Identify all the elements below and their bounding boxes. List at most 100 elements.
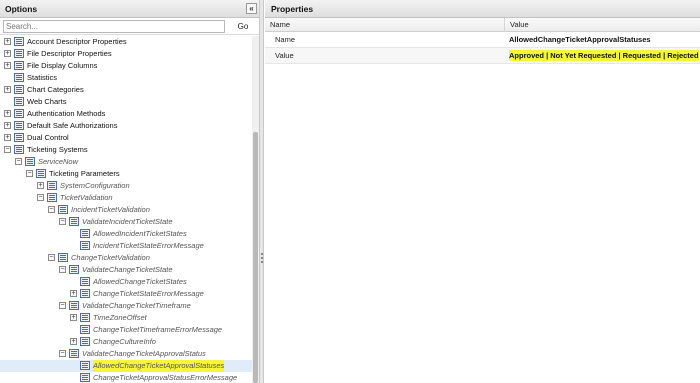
tree-node[interactable]: Statistics xyxy=(0,72,252,84)
collapse-icon[interactable]: − xyxy=(48,254,55,261)
property-row-value[interactable]: Value Approved | Not Yet Requested | Req… xyxy=(265,48,700,64)
collapse-panel-button[interactable]: « xyxy=(246,3,257,14)
list-node-icon xyxy=(14,97,24,106)
tree-node[interactable]: + Account Descriptor Properties xyxy=(0,36,252,48)
tree-node[interactable]: + ChangeCultureInfo xyxy=(0,336,252,348)
expand-icon[interactable]: + xyxy=(70,338,77,345)
tree-node-label: SystemConfiguration xyxy=(60,181,130,190)
tree-node[interactable]: − ServiceNow xyxy=(0,156,252,168)
tree-node-label: TimeZoneOffset xyxy=(93,313,147,322)
tree-node[interactable]: + Authentication Methods xyxy=(0,108,252,120)
tree-node[interactable]: − ChangeTicketValidation xyxy=(0,252,252,264)
collapse-icon[interactable]: − xyxy=(15,158,22,165)
tree-node[interactable]: + File Descriptor Properties xyxy=(0,48,252,60)
tree-node[interactable]: − ValidateChangeTicketTimeframe xyxy=(0,300,252,312)
tree-node[interactable]: AllowedIncidentTicketStates xyxy=(0,228,252,240)
list-node-icon xyxy=(80,325,90,334)
list-node-icon xyxy=(69,349,79,358)
list-node-icon xyxy=(14,85,24,94)
expand-icon[interactable]: + xyxy=(4,110,11,117)
options-title: Options xyxy=(5,4,38,14)
expand-icon[interactable]: + xyxy=(4,86,11,93)
search-bar: Go xyxy=(0,18,259,35)
tree-node[interactable]: IncidentTicketStateErrorMessage xyxy=(0,240,252,252)
tree-node[interactable]: + Dual Control xyxy=(0,132,252,144)
tree-node[interactable]: − ValidateChangeTicketState xyxy=(0,264,252,276)
panel-splitter[interactable] xyxy=(260,0,264,383)
column-header-name[interactable]: Name xyxy=(265,18,505,32)
expand-icon[interactable]: + xyxy=(37,182,44,189)
list-node-icon xyxy=(80,361,90,370)
expand-icon[interactable]: + xyxy=(70,314,77,321)
list-node-icon xyxy=(14,121,24,130)
column-header-value[interactable]: Value xyxy=(505,18,700,32)
tree-node-label: ChangeTicketStateErrorMessage xyxy=(93,289,204,298)
properties-title: Properties xyxy=(271,4,314,14)
property-name: Value xyxy=(275,51,294,60)
collapse-icon[interactable]: − xyxy=(26,170,33,177)
tree-node-label: Statistics xyxy=(27,73,58,82)
tree-node[interactable]: + File Display Columns xyxy=(0,60,252,72)
property-name: Name xyxy=(275,35,296,44)
collapse-icon[interactable]: − xyxy=(48,206,55,213)
expand-icon[interactable]: + xyxy=(4,122,11,129)
property-value: AllowedChangeTicketApprovalStatuses xyxy=(509,35,651,44)
list-node-icon xyxy=(80,337,90,346)
tree-node[interactable]: − ValidateChangeTicketApprovalStatus xyxy=(0,348,252,360)
tree-node[interactable]: ChangeTicketTimeframeErrorMessage xyxy=(0,324,252,336)
collapse-icon[interactable]: − xyxy=(37,194,44,201)
list-node-icon xyxy=(80,241,90,250)
tree-node-label: IncidentTicketValidation xyxy=(71,205,150,214)
tree-node[interactable]: ChangeTicketApprovalStatusErrorMessage xyxy=(0,372,252,383)
tree-node[interactable]: − TicketValidation xyxy=(0,192,252,204)
list-node-icon xyxy=(80,373,90,382)
tree-node[interactable]: AllowedChangeTicketApprovalStatuses xyxy=(0,360,252,372)
tree-node[interactable]: + Default Safe Authorizations xyxy=(0,120,252,132)
tree-node-label: Ticketing Parameters xyxy=(49,169,120,178)
splitter-grip-icon xyxy=(261,253,263,263)
search-input[interactable] xyxy=(3,20,225,33)
tree-node[interactable]: − Ticketing Parameters xyxy=(0,168,252,180)
expand-icon[interactable]: + xyxy=(4,134,11,141)
expand-icon[interactable]: + xyxy=(4,50,11,57)
tree-node[interactable]: − ValidateIncidentTicketState xyxy=(0,216,252,228)
collapse-icon[interactable]: − xyxy=(59,302,66,309)
expand-icon[interactable]: + xyxy=(4,62,11,69)
tree-node-label: Account Descriptor Properties xyxy=(27,37,127,46)
list-node-icon xyxy=(47,193,57,202)
collapse-icon[interactable]: − xyxy=(59,350,66,357)
collapse-icon[interactable]: − xyxy=(59,218,66,225)
go-button[interactable]: Go xyxy=(234,20,252,33)
tree-node-label: ChangeTicketApprovalStatusErrorMessage xyxy=(93,373,238,382)
collapse-icon[interactable]: − xyxy=(4,146,11,153)
tree-node-label: IncidentTicketStateErrorMessage xyxy=(93,241,204,250)
tree-node[interactable]: − Ticketing Systems xyxy=(0,144,252,156)
expand-icon[interactable]: + xyxy=(70,290,77,297)
expand-icon[interactable]: + xyxy=(4,38,11,45)
options-header: Options « xyxy=(0,0,259,18)
tree-node[interactable]: + ChangeTicketStateErrorMessage xyxy=(0,288,252,300)
list-node-icon xyxy=(69,217,79,226)
list-node-icon xyxy=(80,229,90,238)
tree-node[interactable]: Web Charts xyxy=(0,96,252,108)
tree-node[interactable]: + SystemConfiguration xyxy=(0,180,252,192)
tree-node-label: AllowedChangeTicketStates xyxy=(93,277,187,286)
tree-node[interactable]: − IncidentTicketValidation xyxy=(0,204,252,216)
tree-node-label: ChangeTicketValidation xyxy=(71,253,150,262)
property-row-name[interactable]: Name AllowedChangeTicketApprovalStatuses xyxy=(265,32,700,48)
tree-node-label: TicketValidation xyxy=(60,193,113,202)
tree-node-label: File Display Columns xyxy=(27,61,98,70)
tree-node-label: Default Safe Authorizations xyxy=(27,121,118,130)
tree-node-label: Authentication Methods xyxy=(27,109,106,118)
collapse-icon[interactable]: − xyxy=(59,266,66,273)
tree-node-label: ValidateIncidentTicketState xyxy=(82,217,173,226)
tree-node[interactable]: + Chart Categories xyxy=(0,84,252,96)
tree-node[interactable]: + TimeZoneOffset xyxy=(0,312,252,324)
tree-node[interactable]: AllowedChangeTicketStates xyxy=(0,276,252,288)
list-node-icon xyxy=(14,133,24,142)
list-node-icon xyxy=(80,289,90,298)
list-node-icon xyxy=(14,49,24,58)
tree-scrollbar-thumb[interactable] xyxy=(253,132,258,383)
list-node-icon xyxy=(14,109,24,118)
options-tree[interactable]: + Account Descriptor Properties + File Desc… xyxy=(0,36,252,383)
